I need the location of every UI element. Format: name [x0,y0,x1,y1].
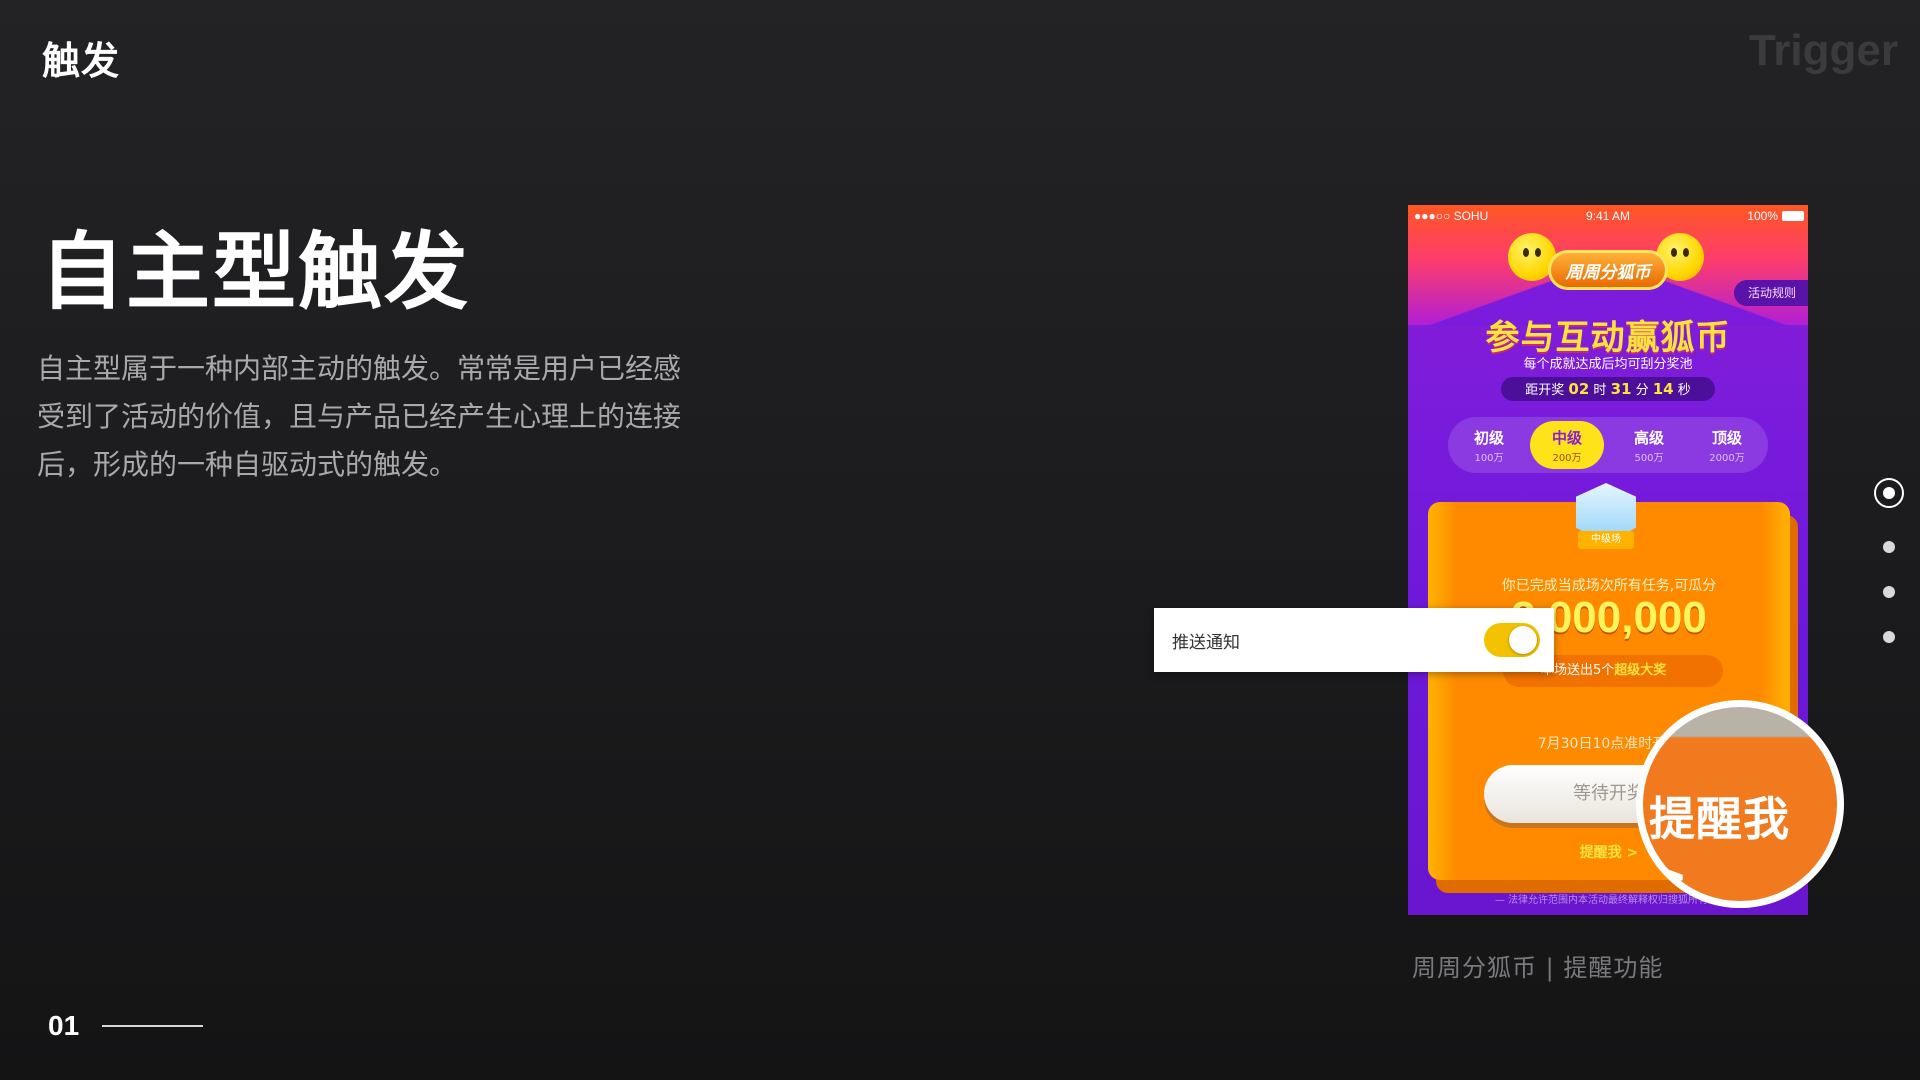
countdown-hours-unit: 时 [1593,383,1607,398]
card-text: 你已完成当成场次所有任务,可瓜分 [1501,578,1717,594]
status-bar: ●●●○○ SOHU 9:41 AM 100% [1408,205,1808,227]
countdown-prefix: 距开奖 [1525,383,1565,398]
push-notification-label: 推送通知 [1172,633,1240,653]
tab-level-top[interactable]: 顶级 2000万 [1690,421,1764,469]
page-number: 01 [48,1010,80,1041]
pagination-dot[interactable] [1883,541,1895,553]
level-pool: 2000万 [1709,453,1745,464]
pagination-dot[interactable] [1883,631,1895,643]
level-name: 顶级 [1711,429,1742,447]
zoom-remind-text: 提醒我 > [1649,792,1790,903]
image-caption: 周周分狐币 | 提醒功能 [1412,954,1664,982]
countdown: 距开奖 02 时 31 分 14 秒 [1501,377,1715,401]
main-heading: 自主型触发 [40,223,471,321]
description: 自主型属于一种内部主动的触发。常常是用户已经感受到了活动的价值，且与产品已经产生… [37,352,682,481]
countdown-seconds-unit: 秒 [1677,383,1691,398]
pagination-dot-active[interactable] [1874,478,1904,508]
level-pool: 500万 [1634,453,1664,464]
countdown-minutes-unit: 分 [1635,383,1649,398]
promo-badge: 周周分狐币 [1548,250,1668,290]
level-pool: 100万 [1474,453,1504,464]
status-battery: 100% [1747,209,1778,223]
rules-link[interactable]: 活动规则 [1733,280,1808,306]
push-notification-card: 推送通知 [1154,608,1554,672]
push-notification-toggle[interactable] [1484,623,1540,657]
level-name: 高级 [1633,429,1664,447]
section-title: 触发 [42,39,121,83]
pagination-dot[interactable] [1883,586,1895,598]
level-name: 中级 [1551,429,1582,447]
battery-icon [1782,211,1804,221]
level-tabs: 初级 100万 中级 200万 高级 500万 顶级 2000万 [1448,417,1768,473]
watermark: Trigger [1748,26,1898,75]
zoom-magnifier: 提醒我 > [1636,700,1844,908]
countdown-hours: 02 [1568,380,1590,398]
page-divider [102,1025,203,1027]
level-name: 初级 [1473,429,1504,447]
tab-level-mid[interactable]: 中级 200万 [1530,421,1604,469]
tab-level-basic[interactable]: 初级 100万 [1452,421,1526,469]
countdown-minutes: 31 [1610,380,1632,398]
level-pool: 200万 [1552,453,1582,464]
prize-pill-highlight: 超级大奖 [1614,663,1667,678]
level-ribbon: 中级场 [1578,531,1634,549]
promo-title: 参与互动赢狐币 [1485,318,1731,358]
countdown-seconds: 14 [1652,380,1674,398]
promo-subtitle: 每个成就达成后均可刮分奖池 [1523,357,1693,372]
toggle-knob [1509,626,1537,654]
tab-level-high[interactable]: 高级 500万 [1612,421,1686,469]
